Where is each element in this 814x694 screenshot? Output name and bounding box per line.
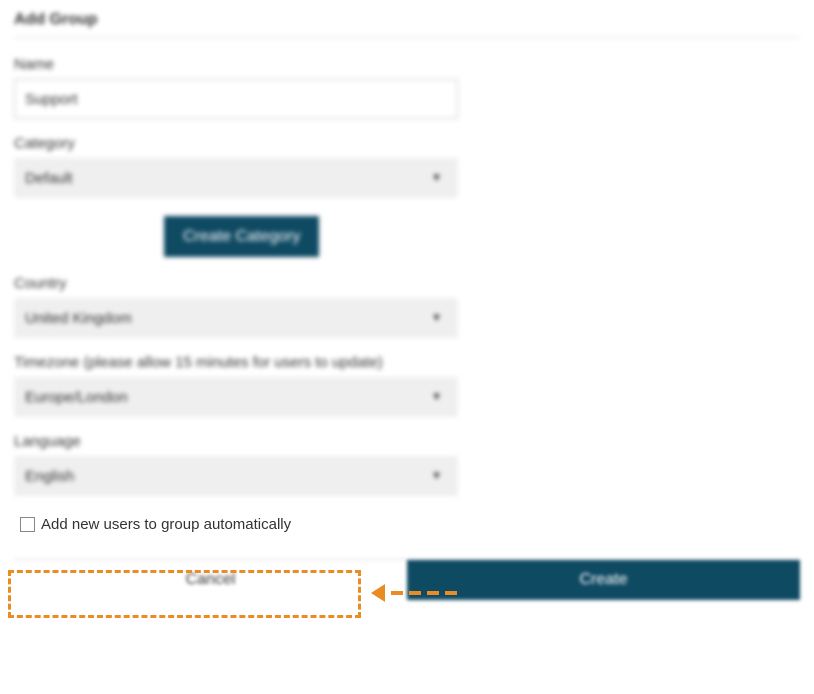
language-value: English bbox=[25, 468, 447, 485]
category-label: Category bbox=[14, 135, 800, 152]
auto-add-users-label: Add new users to group automatically bbox=[41, 516, 291, 533]
country-value: United Kingdom bbox=[25, 310, 447, 327]
language-label: Language bbox=[14, 433, 800, 450]
country-field-group: Country United Kingdom ▼ bbox=[14, 275, 800, 338]
caret-down-icon: ▼ bbox=[431, 172, 442, 184]
cancel-button[interactable]: Cancel bbox=[14, 560, 407, 600]
timezone-label: Timezone (please allow 15 minutes for us… bbox=[14, 354, 800, 371]
create-button[interactable]: Create bbox=[407, 560, 800, 600]
timezone-select[interactable]: Europe/London ▼ bbox=[14, 377, 458, 417]
category-select[interactable]: Default ▼ bbox=[14, 158, 458, 198]
name-input[interactable] bbox=[14, 79, 458, 119]
auto-add-users-checkbox[interactable] bbox=[20, 517, 35, 532]
caret-down-icon: ▼ bbox=[431, 391, 442, 403]
category-field-group: Category Default ▼ Create Category bbox=[14, 135, 800, 257]
country-label: Country bbox=[14, 275, 800, 292]
category-value: Default bbox=[25, 170, 447, 187]
language-select[interactable]: English ▼ bbox=[14, 456, 458, 496]
caret-down-icon: ▼ bbox=[431, 312, 442, 324]
dialog-footer: Cancel Create bbox=[14, 559, 800, 600]
auto-add-users-row: Add new users to group automatically bbox=[14, 512, 800, 537]
name-field-group: Name bbox=[14, 56, 800, 119]
country-select[interactable]: United Kingdom ▼ bbox=[14, 298, 458, 338]
dialog-title: Add Group bbox=[14, 11, 800, 38]
timezone-value: Europe/London bbox=[25, 389, 447, 406]
name-label: Name bbox=[14, 56, 800, 73]
language-field-group: Language English ▼ bbox=[14, 433, 800, 496]
timezone-field-group: Timezone (please allow 15 minutes for us… bbox=[14, 354, 800, 417]
caret-down-icon: ▼ bbox=[431, 470, 442, 482]
create-category-button[interactable]: Create Category bbox=[164, 216, 319, 257]
